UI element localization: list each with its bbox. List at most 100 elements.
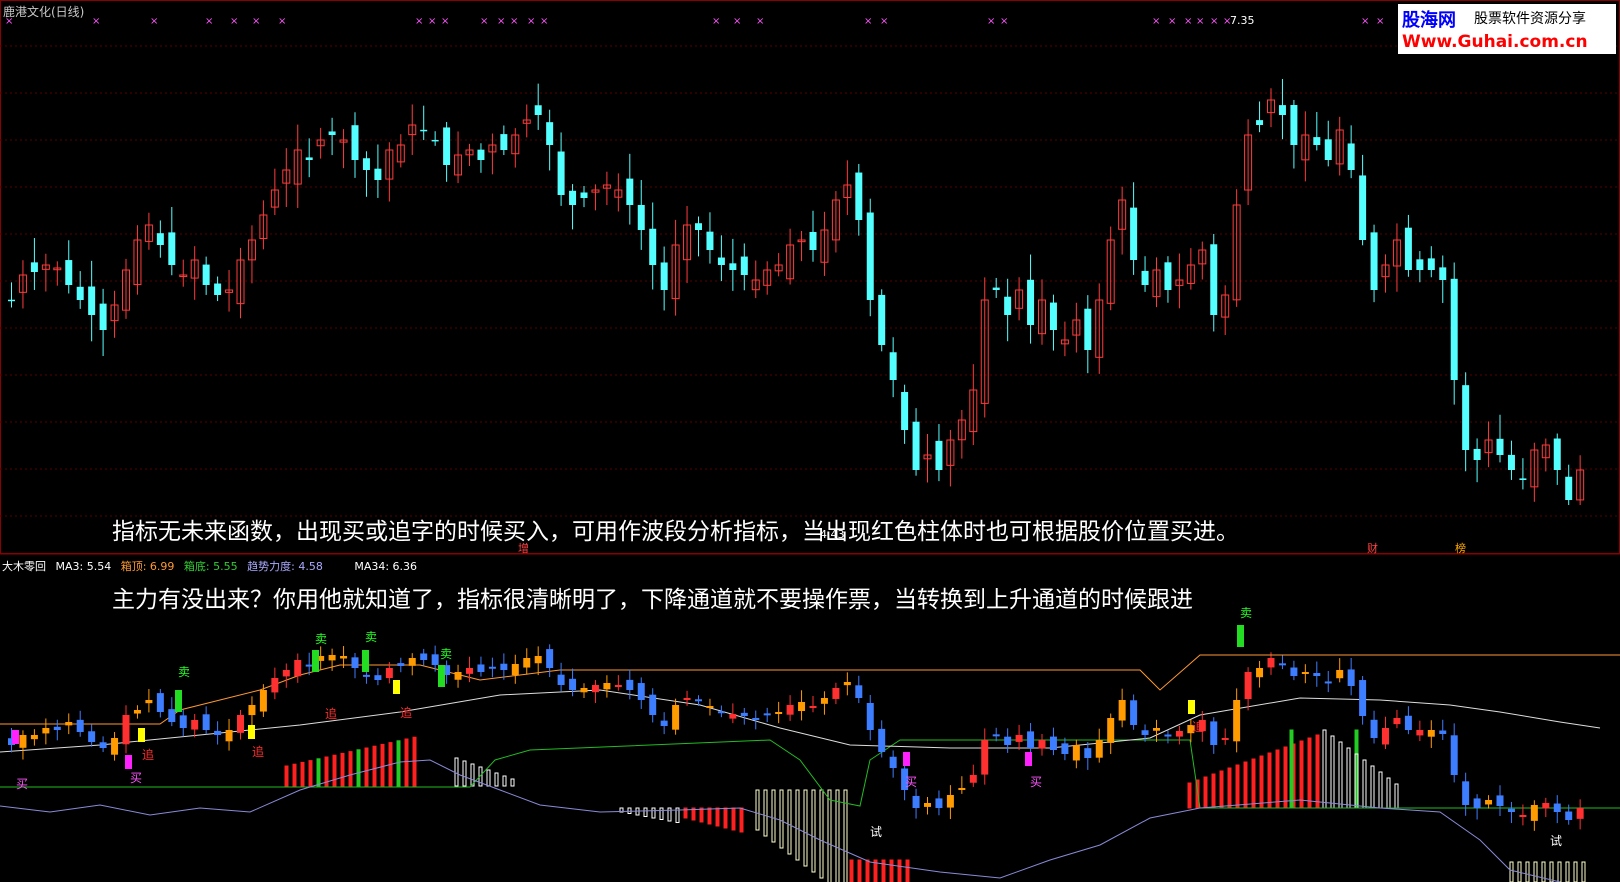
price-candle (1416, 259, 1424, 270)
indicator-histogram-bar (364, 747, 369, 787)
indicator-histogram-bar (1259, 755, 1264, 809)
sell-signal-bar (1237, 625, 1244, 647)
indicator-candle (1267, 658, 1275, 668)
indicator-histogram-bar (404, 738, 409, 787)
indicator-candle (1553, 803, 1561, 812)
indicator-histogram-bar (1307, 737, 1312, 809)
chase-signal-label: 追 (400, 705, 412, 720)
indicator-candle (1290, 667, 1298, 676)
indicator-histogram-bar (1211, 773, 1216, 809)
price-candle (1324, 139, 1332, 160)
indicator-histogram-bar (699, 807, 704, 823)
indicator-histogram-bar (787, 789, 792, 855)
indicator-candle (1530, 805, 1538, 821)
price-candle (889, 352, 897, 380)
chase-signal-label: 追 (1192, 719, 1204, 734)
indicator-candle (1416, 730, 1424, 736)
indicator-candle (1130, 700, 1138, 725)
indicator-histogram-bar (723, 807, 728, 829)
indicator-candle (477, 664, 485, 672)
price-candle (1004, 296, 1012, 315)
indicator-candle (1519, 815, 1527, 817)
signal-marker: × (733, 16, 741, 27)
price-candle (546, 122, 554, 145)
indicator-histogram-bar (1330, 735, 1335, 809)
indicator-histogram-bar (1299, 740, 1304, 809)
price-candle (1084, 308, 1092, 350)
indicator-candle (488, 666, 496, 669)
indicator-name[interactable]: 大木零回 (2, 560, 46, 573)
chase-signal-bar (393, 680, 400, 694)
indicator-histogram-bar (454, 757, 459, 787)
indicator-candle (500, 663, 508, 670)
price-candle (1565, 476, 1573, 500)
indicator-candle (924, 803, 931, 807)
price-candle (1519, 478, 1527, 480)
indicator-candle (99, 742, 107, 748)
signal-marker: × (441, 16, 449, 27)
brand-slogan: 股票软件资源分享 (1474, 11, 1586, 27)
price-candle (1313, 137, 1321, 145)
price-candle (729, 263, 737, 270)
event-tag-1[interactable]: 财 (1367, 540, 1378, 556)
indicator-histogram-bar (1541, 861, 1546, 882)
indicator-histogram-bar (340, 752, 345, 787)
indicator-candle (179, 715, 187, 728)
signal-marker: × (756, 16, 764, 27)
price-candle (1141, 270, 1149, 285)
signal-markers: × × × × × × × × × × × × × × × × × × × × × × × × × × × × × × (5, 16, 1384, 27)
indicator-candle (786, 705, 794, 715)
price-candle (1427, 258, 1435, 270)
indicator-candle (683, 698, 691, 700)
indicator-candle (717, 711, 725, 714)
indicator-value-box-bottom: 箱底: 5.55 (183, 560, 238, 573)
price-candle (1256, 120, 1264, 125)
indicator-candle (340, 656, 348, 659)
price-candle (878, 294, 886, 345)
indicator-candle (76, 719, 84, 732)
indicator-candle (1404, 715, 1412, 730)
indicator-histogram-bar (1251, 758, 1256, 809)
indicator-histogram-bar (803, 789, 808, 867)
indicator-histogram-bar (905, 859, 910, 882)
indicator-candle (466, 668, 473, 674)
price-candle (1210, 244, 1218, 315)
indicator-candle (889, 756, 897, 768)
indicator-candle (1233, 700, 1241, 742)
indicator-candle (763, 713, 771, 716)
indicator-bars (284, 729, 1586, 882)
indicator-histogram-bar (1267, 752, 1272, 809)
indicator-candle (614, 685, 622, 687)
indicator-histogram-bar (1315, 734, 1320, 809)
chart-canvas[interactable]: × × × × × × × × × × × × × × × × × × × × × × × × × × × × × × 买买买买卖卖 卖卖卖… (0, 0, 1620, 882)
indicator-candle (156, 693, 164, 712)
indicator-value-box-top: 箱顶: 6.99 (120, 560, 175, 573)
indicator-candle (1485, 800, 1493, 805)
indicator-candle (740, 712, 748, 716)
indicator-header: 大木零回 MA3: 5.54 箱顶: 6.99 箱底: 5.55 趋势力度: 4… (2, 558, 423, 574)
indicator-histogram-bar (731, 807, 736, 831)
indicator-histogram-bar (835, 789, 840, 882)
price-candle (8, 299, 15, 302)
caption-bottom: 主力有没出来？你用他就知道了，指标很清晰明了，下降通道就不要操作票，当转换到上升… (112, 587, 1193, 613)
indicator-candle (1256, 668, 1264, 678)
sell-signal-label: 卖 (178, 665, 190, 679)
event-tag-2[interactable]: 榜 (1455, 540, 1466, 556)
indicator-candle (1118, 700, 1126, 721)
indicator-histogram-bar (1509, 861, 1514, 882)
sell-signal-label: 卖 (365, 630, 377, 644)
signal-marker: × (987, 16, 995, 27)
indicator-value-ma34: MA34: 6.36 (354, 560, 418, 573)
indicator-candle (1049, 736, 1057, 750)
signal-marker: × (1376, 16, 1384, 27)
indicator-candle (1382, 728, 1389, 745)
price-candle (1553, 438, 1561, 470)
indicator-histogram-bar (348, 751, 353, 787)
indicator-candle (809, 706, 817, 709)
price-candle (1404, 227, 1412, 270)
indicator-candle (1221, 738, 1229, 740)
signal-marker: × (92, 16, 100, 27)
price-candle (1473, 448, 1481, 460)
price-candle (935, 440, 943, 470)
brand-name: 股海网 (1402, 10, 1456, 31)
